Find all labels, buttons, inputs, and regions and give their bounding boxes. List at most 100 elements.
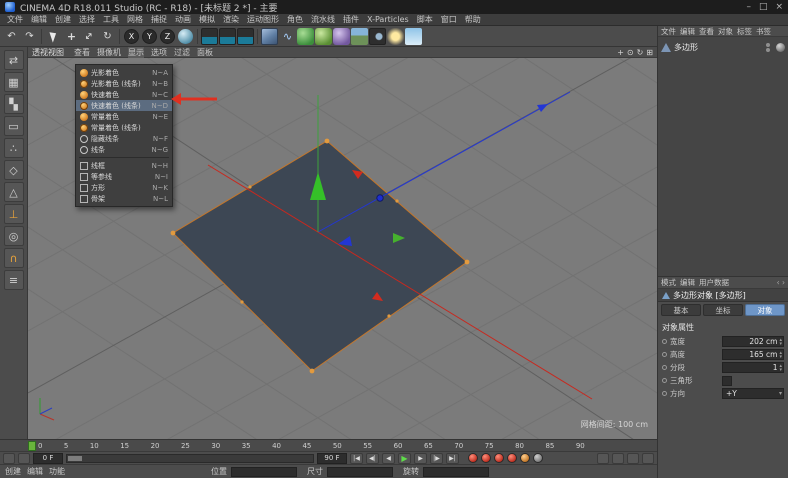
record-parameter-icon[interactable] <box>533 453 543 463</box>
menu-item-quick-shading[interactable]: 快速着色 N~C <box>76 89 172 100</box>
vp-menu-display[interactable]: 显示 <box>128 47 144 58</box>
add-generator-icon[interactable] <box>315 28 332 45</box>
lock-x-icon[interactable]: X <box>124 29 139 44</box>
menu-tools[interactable]: 工具 <box>100 14 122 25</box>
keyframe-dot-icon[interactable] <box>662 378 667 383</box>
points-mode-icon[interactable]: ∴ <box>4 138 24 158</box>
menu-item-gouraud-shading-lines[interactable]: 光影着色 (线条) N~B <box>76 78 172 89</box>
playhead[interactable] <box>28 441 36 451</box>
size-field[interactable] <box>327 467 393 477</box>
solo-mode-icon[interactable] <box>612 453 624 464</box>
object-row-polygon[interactable]: 多边形 <box>661 41 785 53</box>
enable-snap-icon[interactable]: ∩ <box>4 248 24 268</box>
add-deformer-icon[interactable] <box>333 28 350 45</box>
render-settings-icon[interactable] <box>237 28 254 45</box>
menu-simulate[interactable]: 模拟 <box>196 14 218 25</box>
am-menu-userdata[interactable]: 用户数据 <box>699 277 729 288</box>
menu-animate[interactable]: 动画 <box>172 14 194 25</box>
move-icon[interactable]: + <box>63 28 80 45</box>
menu-item-skeleton[interactable]: 骨架 N~L <box>76 193 172 204</box>
goto-start-button[interactable]: |◀ <box>350 453 363 464</box>
prev-frame-button[interactable]: ◀ <box>382 453 395 464</box>
menu-render[interactable]: 渲染 <box>220 14 242 25</box>
menu-character[interactable]: 角色 <box>284 14 306 25</box>
next-frame-button[interactable]: ▶ <box>414 453 427 464</box>
menu-help[interactable]: 帮助 <box>462 14 484 25</box>
menu-item-gouraud-shading[interactable]: 光影着色 N~A <box>76 67 172 78</box>
menu-xparticles[interactable]: X-Particles <box>364 15 412 24</box>
render-view-icon[interactable] <box>201 28 218 45</box>
menu-item-constant-shading[interactable]: 常量着色 N~E <box>76 111 172 122</box>
om-menu-tags[interactable]: 标签 <box>737 26 752 37</box>
menu-mesh[interactable]: 网格 <box>124 14 146 25</box>
next-key-button[interactable]: |▶ <box>430 453 443 464</box>
keyframe-selection-icon[interactable] <box>597 453 609 464</box>
play-button[interactable]: ▶ <box>398 453 411 464</box>
menu-mograph[interactable]: 运动图形 <box>244 14 282 25</box>
om-menu-view[interactable]: 查看 <box>699 26 714 37</box>
segments-field[interactable]: 1 ▴▾ <box>722 362 784 373</box>
undo-icon[interactable]: ↶ <box>3 28 20 45</box>
vp-menu-view[interactable]: 查看 <box>74 47 90 58</box>
om-menu-file[interactable]: 文件 <box>661 26 676 37</box>
edges-mode-icon[interactable]: ◇ <box>4 160 24 180</box>
workplane-mode-icon[interactable]: ▭ <box>4 116 24 136</box>
lock-y-icon[interactable]: Y <box>142 29 157 44</box>
history-nav-icons[interactable]: ‹ › <box>777 278 785 287</box>
rotate-view-icon[interactable]: ↻ <box>637 48 644 57</box>
orientation-dropdown[interactable]: +Y ▾ <box>722 388 784 399</box>
menu-file[interactable]: 文件 <box>4 14 26 25</box>
menu-item-isoparms[interactable]: 等参线 N~I <box>76 171 172 182</box>
record-position-icon[interactable] <box>494 453 504 463</box>
om-menu-bookmarks[interactable]: 书签 <box>756 26 771 37</box>
coordinate-system-icon[interactable] <box>178 29 193 44</box>
tab-object[interactable]: 对象 <box>745 304 785 316</box>
add-spline-icon[interactable]: ∿ <box>279 28 296 45</box>
render-queue-icon[interactable] <box>627 453 639 464</box>
tab-basic[interactable]: 基本 <box>661 304 701 316</box>
vp-menu-options[interactable]: 选项 <box>151 47 167 58</box>
menu-item-lines[interactable]: 线条 N~G <box>76 144 172 155</box>
menu-item-constant-shading-lines[interactable]: 常量着色 (线条) <box>76 122 172 133</box>
keyframe-dot-icon[interactable] <box>662 391 667 396</box>
record-scale-icon[interactable] <box>507 453 517 463</box>
visibility-dots[interactable] <box>766 43 770 52</box>
polygons-mode-icon[interactable]: △ <box>4 182 24 202</box>
close-button[interactable]: × <box>775 2 783 12</box>
add-floor-icon[interactable] <box>351 28 368 45</box>
vp-menu-panel[interactable]: 面板 <box>197 47 213 58</box>
timeline-slider-handle[interactable] <box>68 456 82 461</box>
om-menu-objects[interactable]: 对象 <box>718 26 733 37</box>
material-menu-function[interactable]: 功能 <box>49 466 65 477</box>
minimize-button[interactable]: – <box>746 2 751 12</box>
rotate-icon[interactable]: ↻ <box>99 28 116 45</box>
workplane-lock-icon[interactable]: ≡ <box>4 270 24 290</box>
menu-plugins[interactable]: 插件 <box>340 14 362 25</box>
enable-axis-icon[interactable]: ⊥ <box>4 204 24 224</box>
add-camera-icon[interactable] <box>369 28 386 45</box>
keyframe-dot-icon[interactable] <box>662 339 667 344</box>
keyframe-palette-icon[interactable] <box>18 453 30 464</box>
vp-menu-cameras[interactable]: 摄像机 <box>97 47 121 58</box>
keyframe-dot-icon[interactable] <box>662 352 667 357</box>
redo-icon[interactable]: ↷ <box>21 28 38 45</box>
add-light-icon[interactable] <box>387 28 404 45</box>
am-menu-edit[interactable]: 编辑 <box>680 277 695 288</box>
viewport-solo-icon[interactable]: ◎ <box>4 226 24 246</box>
object-tree[interactable]: 多边形 <box>658 37 788 277</box>
timeline-mode-icon[interactable] <box>3 453 15 464</box>
prev-key-button[interactable]: ◀| <box>366 453 379 464</box>
end-frame-field[interactable]: 90 F <box>317 453 347 464</box>
menu-item-quick-shading-lines[interactable]: 快速着色 (线条) N~D <box>76 100 172 111</box>
material-menu-edit[interactable]: 编辑 <box>27 466 43 477</box>
toggle-views-icon[interactable]: ⊞ <box>646 48 653 57</box>
timeline-slider[interactable] <box>66 454 314 463</box>
vp-menu-filter[interactable]: 过滤 <box>174 47 190 58</box>
rotation-field[interactable] <box>423 467 489 477</box>
viewport[interactable]: 透视视图 查看 摄像机 显示 选项 过滤 面板 + ⊙ ↻ ⊞ <box>28 47 657 439</box>
timeline-ruler[interactable]: 05 1015 2025 3035 4045 5055 6065 7075 80… <box>0 439 657 451</box>
position-field[interactable] <box>231 467 297 477</box>
scale-icon[interactable]: ↔ <box>81 28 98 45</box>
model-mode-icon[interactable]: ▦ <box>4 72 24 92</box>
menu-create[interactable]: 创建 <box>52 14 74 25</box>
